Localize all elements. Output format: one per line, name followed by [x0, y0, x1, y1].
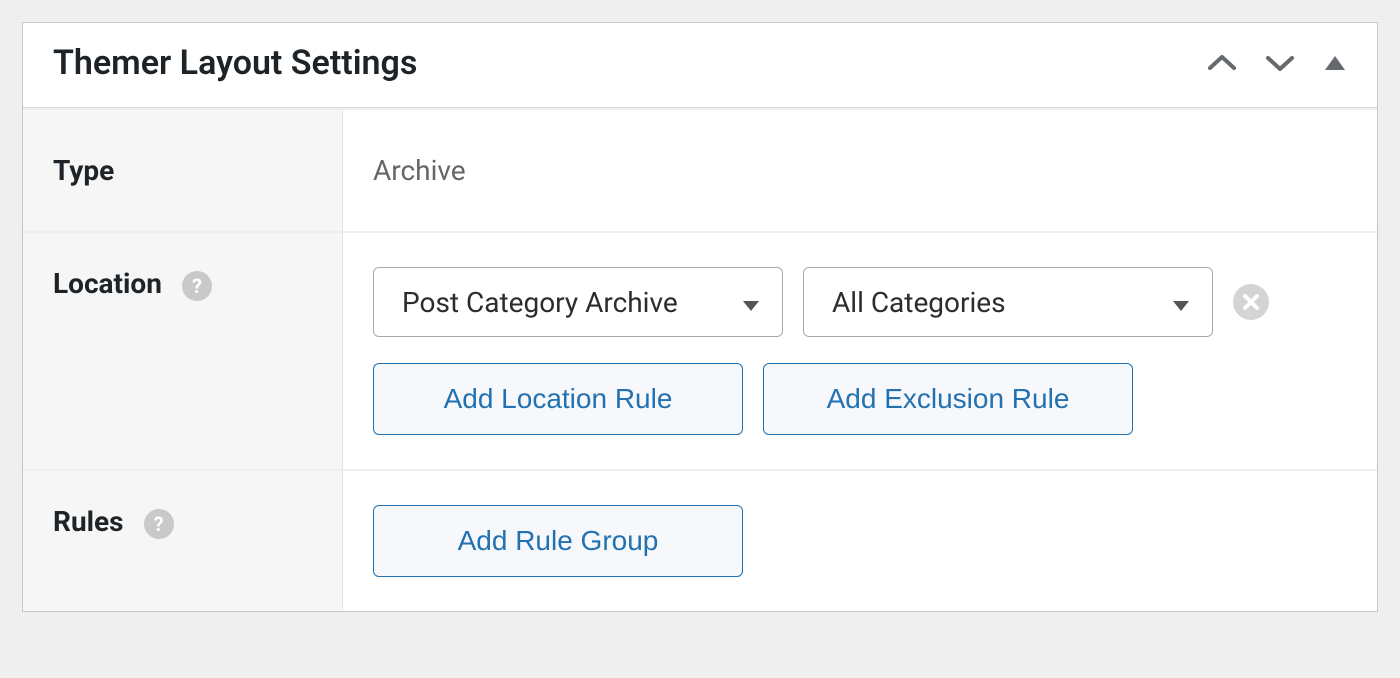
add-rule-group-button[interactable]: Add Rule Group — [373, 505, 743, 577]
panel-move-down-icon[interactable] — [1265, 53, 1295, 73]
panel-header-actions — [1207, 53, 1347, 73]
location-selects-line: Post Category Archive All Categories — [373, 267, 1347, 337]
location-archive-select-value: Post Category Archive — [402, 286, 678, 319]
row-rules-label-cell: Rules ? — [23, 471, 343, 611]
row-location: Location ? Post Category Archive All Cat… — [23, 231, 1377, 469]
row-rules-value-cell: Add Rule Group — [343, 471, 1377, 611]
chevron-down-icon — [1172, 286, 1190, 319]
add-location-rule-button[interactable]: Add Location Rule — [373, 363, 743, 435]
location-label: Location — [53, 267, 162, 300]
themer-layout-panel: Themer Layout Settings Type Archive — [22, 22, 1378, 612]
add-exclusion-rule-button[interactable]: Add Exclusion Rule — [763, 363, 1133, 435]
location-archive-select[interactable]: Post Category Archive — [373, 267, 783, 337]
location-categories-select[interactable]: All Categories — [803, 267, 1213, 337]
help-icon[interactable]: ? — [182, 271, 212, 301]
row-location-value-cell: Post Category Archive All Categories — [343, 233, 1377, 469]
type-label: Type — [53, 154, 114, 187]
row-type-label-cell: Type — [23, 110, 343, 231]
location-buttons-line: Add Location Rule Add Exclusion Rule — [373, 363, 1347, 435]
row-location-label-cell: Location ? — [23, 233, 343, 469]
panel-move-up-icon[interactable] — [1207, 53, 1237, 73]
rules-label: Rules — [53, 505, 124, 538]
panel-header: Themer Layout Settings — [23, 23, 1377, 108]
panel-toggle-icon[interactable] — [1323, 54, 1347, 72]
type-value: Archive — [373, 154, 466, 187]
location-categories-select-value: All Categories — [832, 286, 1006, 319]
panel-title: Themer Layout Settings — [53, 43, 417, 83]
row-rules: Rules ? Add Rule Group — [23, 469, 1377, 611]
row-type: Type Archive — [23, 108, 1377, 231]
row-type-value-cell: Archive — [343, 110, 1377, 231]
help-icon[interactable]: ? — [144, 509, 174, 539]
chevron-down-icon — [742, 286, 760, 319]
remove-rule-icon[interactable] — [1233, 284, 1269, 320]
